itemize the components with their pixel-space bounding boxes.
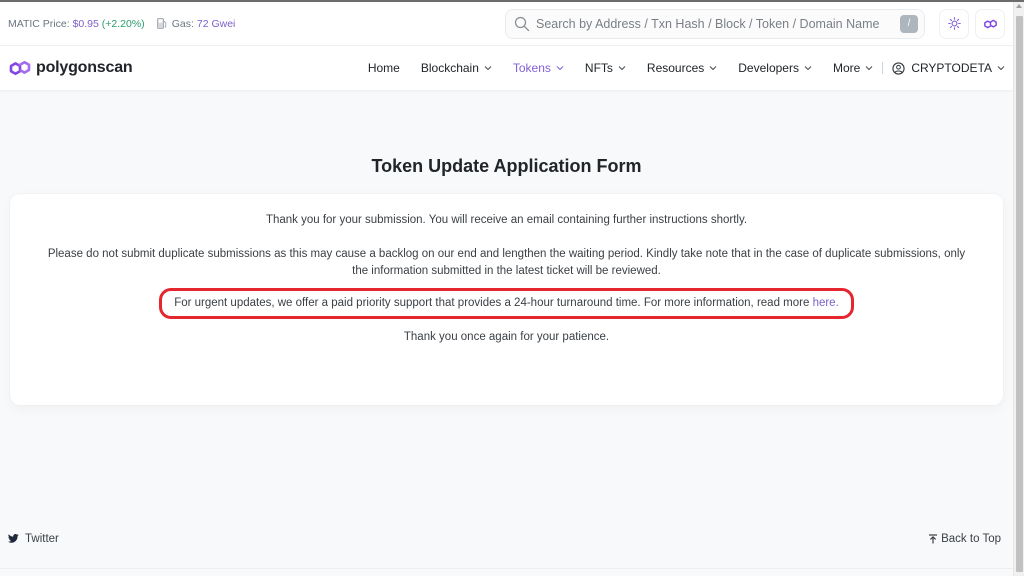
user-account-menu[interactable]: CRYPTODETA bbox=[892, 61, 1005, 75]
search-icon bbox=[514, 16, 530, 31]
closing-message: Thank you once again for your patience. bbox=[403, 331, 610, 343]
search-bar: / bbox=[505, 8, 925, 39]
network-button[interactable] bbox=[975, 8, 1005, 39]
nav-menu: Home Blockchain Tokens NFTs Resources De… bbox=[347, 61, 1005, 75]
nav-label: More bbox=[832, 61, 861, 75]
chevron-down-icon bbox=[804, 66, 812, 71]
nav-label: Tokens bbox=[512, 61, 551, 75]
gas-price: Gas: 72 Gwei bbox=[156, 18, 236, 30]
vertical-scrollbar[interactable] bbox=[1013, 2, 1024, 576]
gas-link[interactable]: Gas: 72 Gwei bbox=[172, 18, 236, 30]
gas-label: Gas: bbox=[171, 17, 194, 30]
twitter-label: Twitter bbox=[25, 532, 59, 545]
nav-label: Resources bbox=[646, 61, 705, 75]
nav-divider bbox=[882, 62, 884, 74]
price-change: (+2.20%) bbox=[101, 17, 145, 30]
nav-label: Blockchain bbox=[420, 61, 479, 75]
duplicate-warning-line2: the information submitted in the latest … bbox=[352, 265, 661, 277]
urgent-updates-highlight: For urgent updates, we offer a paid prio… bbox=[159, 288, 854, 319]
scrollbar-thumb[interactable] bbox=[1016, 16, 1023, 572]
urgent-updates-period: . bbox=[835, 297, 839, 309]
nav-item-blockchain[interactable]: Blockchain bbox=[421, 61, 492, 75]
twitter-icon bbox=[8, 533, 19, 543]
back-to-top-label: Back to Top bbox=[941, 532, 1001, 545]
theme-toggle-button[interactable] bbox=[939, 8, 969, 39]
top-bar: MATIC Price: $0.95 (+2.20%) Gas: 72 Gwei … bbox=[0, 2, 1013, 46]
logo-text: polygonscan bbox=[36, 59, 133, 76]
main-content: Token Update Application Form Thank you … bbox=[0, 154, 1013, 405]
duplicate-warning: Please do not submit duplicate submissio… bbox=[30, 246, 983, 280]
nav-label: Developers bbox=[738, 61, 799, 75]
polygon-icon bbox=[983, 19, 997, 28]
twitter-link[interactable]: Twitter bbox=[8, 533, 59, 545]
chevron-down-icon bbox=[997, 66, 1005, 71]
matic-price: MATIC Price: $0.95 (+2.20%) bbox=[8, 18, 145, 30]
chevron-down-icon bbox=[865, 66, 873, 71]
user-label: CRYPTODETA bbox=[911, 61, 992, 75]
main-navbar: polygonscan Home Blockchain Tokens NFTs … bbox=[0, 46, 1013, 90]
price-label: MATIC Price: bbox=[8, 17, 70, 30]
page-title: Token Update Application Form bbox=[371, 156, 642, 176]
polygon-logo-icon bbox=[9, 60, 31, 76]
polygonscan-logo[interactable]: polygonscan bbox=[8, 58, 133, 78]
price-value: $0.95 bbox=[72, 17, 99, 30]
arrow-up-to-line-icon bbox=[929, 533, 938, 543]
chevron-down-icon bbox=[618, 66, 626, 71]
nav-item-nfts[interactable]: NFTs bbox=[585, 61, 626, 75]
chevron-down-icon bbox=[484, 66, 492, 71]
priority-support-link[interactable]: here bbox=[813, 297, 836, 309]
chevron-down-icon bbox=[556, 66, 564, 71]
search-input[interactable] bbox=[536, 16, 900, 31]
submission-confirmation-card: Thank you for your submission. You will … bbox=[10, 194, 1003, 405]
nav-item-tokens[interactable]: Tokens bbox=[513, 61, 564, 75]
gas-value: 72 Gwei bbox=[196, 17, 236, 30]
nav-label: NFTs bbox=[584, 61, 613, 75]
urgent-updates-text: For urgent updates, we offer a paid prio… bbox=[174, 297, 813, 309]
back-to-top-link[interactable]: Back to Top bbox=[928, 533, 1001, 545]
page: MATIC Price: $0.95 (+2.20%) Gas: 72 Gwei … bbox=[0, 2, 1013, 576]
scroll-up-arrow-icon[interactable] bbox=[1016, 4, 1022, 8]
chevron-down-icon bbox=[709, 66, 717, 71]
nav-item-home[interactable]: Home bbox=[368, 61, 400, 75]
gas-pump-icon bbox=[156, 18, 166, 29]
nav-item-resources[interactable]: Resources bbox=[647, 61, 717, 75]
nav-item-more[interactable]: More bbox=[833, 61, 873, 75]
thanks-message: Thank you for your submission. You will … bbox=[265, 214, 748, 226]
nav-label: Home bbox=[367, 61, 400, 75]
user-circle-icon bbox=[892, 61, 905, 75]
footer: Twitter Back to Top bbox=[0, 509, 1013, 569]
search-shortcut-key: / bbox=[900, 14, 918, 33]
sun-icon bbox=[947, 17, 961, 30]
duplicate-warning-line1: Please do not submit duplicate submissio… bbox=[47, 248, 966, 260]
nav-item-developers[interactable]: Developers bbox=[738, 61, 812, 75]
